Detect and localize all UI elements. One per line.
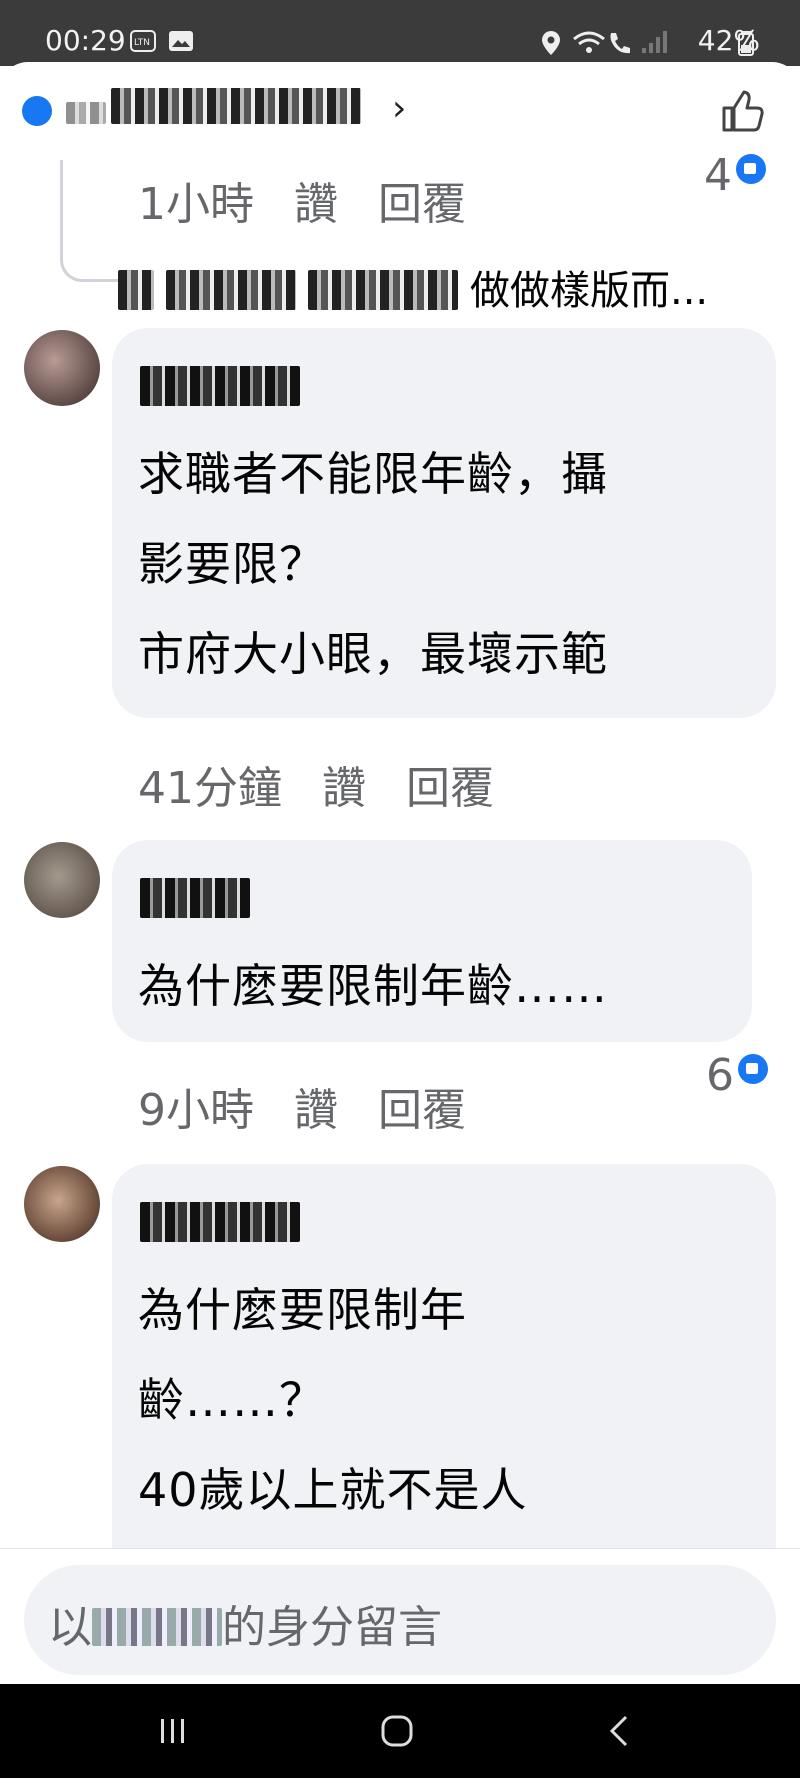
comment-time: 9小時	[138, 1085, 254, 1136]
svg-text:LTN: LTN	[134, 38, 150, 48]
avatar[interactable]	[24, 842, 100, 918]
wifi-call-icon	[610, 33, 630, 54]
comment-meta: 9小時讚回覆	[138, 1074, 506, 1138]
comment-text-line: 齡……？	[138, 1373, 326, 1427]
comment-input-placeholder: 以的身分留言	[48, 1602, 442, 1653]
chevron-right-icon[interactable]: ›	[392, 88, 406, 129]
reply-link[interactable]: 回覆	[378, 1085, 466, 1136]
like-link[interactable]: 讚	[322, 763, 366, 814]
thread-connector	[60, 160, 120, 282]
reply-preview-text: 做做樣版而...	[470, 268, 709, 314]
like-link[interactable]: 讚	[294, 1085, 338, 1136]
comment-bubble: 為什麼要限制年 齡……？ 40歲以上就不是人	[112, 1164, 776, 1584]
system-nav-bar	[0, 1684, 800, 1778]
like-icon	[736, 154, 766, 184]
comment-composer: 以的身分留言	[0, 1548, 800, 1678]
status-bar: 00:29 LTN 42%	[0, 0, 800, 66]
home-icon[interactable]	[380, 1714, 414, 1748]
comment-input[interactable]: 以的身分留言	[24, 1565, 776, 1675]
reply-link[interactable]: 回覆	[406, 763, 494, 814]
comment-text-line: 為什麼要限制年	[138, 1283, 467, 1337]
post-author-name[interactable]	[66, 86, 382, 136]
reaction-count[interactable]: 4	[704, 150, 766, 201]
location-icon	[542, 31, 560, 55]
reply-preview[interactable]: 做做樣版而...	[118, 258, 708, 316]
comment-text-line: 為什麼要限制年齡……	[138, 959, 608, 1013]
reaction-count[interactable]: 6	[706, 1050, 768, 1101]
gallery-icon	[169, 31, 193, 51]
wifi-icon	[573, 31, 605, 53]
comment-time: 41分鐘	[138, 763, 282, 814]
comment-meta: 1小時讚回覆	[138, 168, 506, 232]
thumbs-up-icon[interactable]	[718, 88, 766, 136]
comment-text-line: 市府大小眼，最壞示範	[138, 627, 608, 681]
comment-author[interactable]	[140, 1202, 300, 1242]
comment-author[interactable]	[140, 366, 300, 406]
avatar[interactable]	[24, 1166, 100, 1242]
back-icon[interactable]	[606, 1714, 632, 1748]
reply-link[interactable]: 回覆	[378, 179, 466, 230]
comment-bubble: 為什麼要限制年齡……	[112, 840, 752, 1042]
like-link[interactable]: 讚	[294, 179, 338, 230]
comment-bubble: 求職者不能限年齡，攝 影要限？ 市府大小眼，最壞示範	[112, 328, 776, 718]
comment-text-line: 求職者不能限年齡，攝	[138, 447, 608, 501]
avatar[interactable]	[24, 330, 100, 406]
comment-author[interactable]	[140, 878, 250, 918]
recent-apps-icon[interactable]	[158, 1716, 188, 1746]
battery-icon	[738, 31, 754, 56]
comment-text-line: 影要限？	[138, 537, 326, 591]
comment-time: 1小時	[138, 179, 254, 230]
status-time: 00:29	[45, 24, 126, 57]
app-notification-icon: LTN	[130, 30, 156, 52]
like-icon	[22, 96, 52, 126]
like-icon	[738, 1054, 768, 1084]
signal-icon	[642, 31, 667, 53]
comment-meta: 41分鐘讚回覆	[138, 752, 534, 816]
comment-text-line: 40歲以上就不是人	[138, 1463, 528, 1517]
